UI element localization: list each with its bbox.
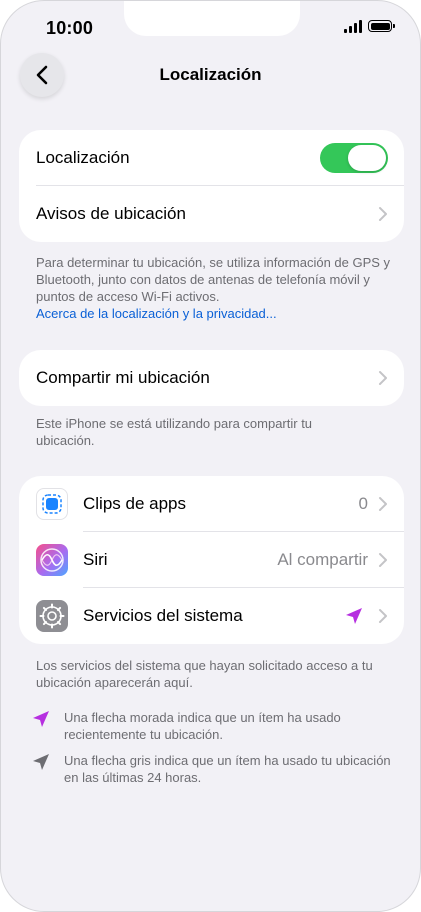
system-services-row[interactable]: Servicios del sistema bbox=[19, 588, 404, 644]
apps-location-group: Clips de apps 0 Siri Al compartir Servic… bbox=[19, 476, 404, 644]
notch bbox=[124, 1, 300, 36]
share-location-row[interactable]: Compartir mi ubicación bbox=[19, 350, 404, 406]
status-time: 10:00 bbox=[46, 18, 94, 38]
chevron-right-icon bbox=[379, 371, 387, 385]
legend-purple-text: Una flecha morada indica que un ítem ha … bbox=[64, 710, 341, 742]
phone-screen: 10:00 Localización Localización Avisos d… bbox=[0, 0, 421, 912]
legend-purple-arrow: Una flecha morada indica que un ítem ha … bbox=[31, 709, 391, 743]
chevron-right-icon bbox=[379, 497, 387, 511]
location-alerts-label: Avisos de ubicación bbox=[36, 204, 186, 223]
share-location-group: Compartir mi ubicación bbox=[19, 350, 404, 406]
toggle-knob bbox=[348, 145, 386, 171]
siri-label: Siri bbox=[83, 550, 108, 569]
siri-row[interactable]: Siri Al compartir bbox=[19, 532, 404, 588]
app-clips-icon bbox=[36, 488, 68, 520]
settings-gear-icon bbox=[36, 600, 68, 632]
chevron-right-icon bbox=[379, 553, 387, 567]
system-services-label: Servicios del sistema bbox=[83, 606, 243, 625]
app-clips-row[interactable]: Clips de apps 0 bbox=[19, 476, 404, 532]
location-info-text: Para determinar tu ubicación, se utiliza… bbox=[36, 255, 391, 304]
location-arrow-gray-icon bbox=[33, 754, 49, 770]
legend-gray-text: Una flecha gris indica que un ítem ha us… bbox=[64, 753, 391, 785]
cellular-signal-icon bbox=[344, 19, 362, 33]
share-location-footnote: Este iPhone se está utilizando para comp… bbox=[36, 416, 313, 448]
location-toggle-row: Localización bbox=[19, 130, 404, 186]
location-alerts-row[interactable]: Avisos de ubicación bbox=[19, 186, 404, 242]
chevron-right-icon bbox=[379, 207, 387, 221]
page-title: Localización bbox=[159, 65, 262, 84]
status-icons bbox=[344, 19, 395, 33]
legend-gray-arrow: Una flecha gris indica que un ítem ha us… bbox=[31, 752, 391, 786]
siri-icon bbox=[36, 544, 68, 576]
privacy-link[interactable]: Acerca de la localización y la privacida… bbox=[36, 306, 277, 321]
share-location-label: Compartir mi ubicación bbox=[36, 368, 210, 387]
system-services-footnote: Los servicios del sistema que hayan soli… bbox=[36, 658, 373, 690]
location-toggle[interactable] bbox=[320, 143, 388, 173]
chevron-right-icon bbox=[379, 609, 387, 623]
location-arrow-purple-icon bbox=[33, 711, 49, 727]
app-clips-value: 0 bbox=[358, 494, 368, 513]
siri-value: Al compartir bbox=[277, 550, 368, 569]
location-info-footnote: Para determinar tu ubicación, se utiliza… bbox=[36, 254, 391, 322]
location-label: Localización bbox=[36, 148, 130, 167]
location-settings-group: Localización Avisos de ubicación bbox=[19, 130, 404, 242]
app-clips-label: Clips de apps bbox=[83, 494, 187, 513]
location-arrow-purple-icon bbox=[346, 608, 362, 624]
battery-icon bbox=[368, 20, 395, 32]
